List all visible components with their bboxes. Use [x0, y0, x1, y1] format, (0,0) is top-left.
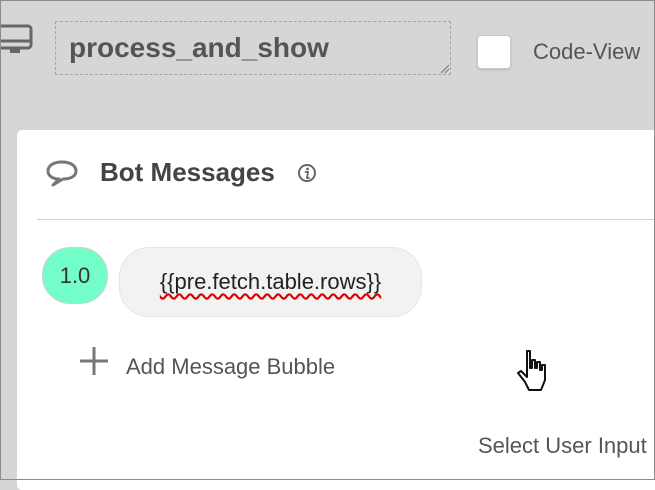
add-message-bubble-button[interactable]: Add Message Bubble	[126, 354, 335, 380]
panel-divider	[37, 219, 655, 220]
node-name-field[interactable]: process_and_show	[55, 21, 451, 75]
resize-handle[interactable]	[440, 64, 450, 74]
message-version-badge[interactable]: 1.0	[42, 247, 108, 304]
panel-title: Bot Messages	[100, 157, 275, 187]
hand-pointer-icon	[516, 348, 548, 394]
message-bubble[interactable]: {{pre.fetch.table.rows}}	[119, 247, 422, 317]
select-user-input-label[interactable]: Select User Input	[478, 433, 647, 459]
message-bubble-text: {{pre.fetch.table.rows}}	[159, 269, 382, 294]
code-view-checkbox[interactable]	[477, 35, 511, 69]
speech-bubble-icon	[45, 158, 79, 188]
info-icon[interactable]	[297, 163, 317, 183]
code-view-label: Code-View	[533, 39, 641, 64]
monitor-icon	[0, 22, 34, 56]
plus-icon[interactable]	[79, 346, 109, 376]
bot-messages-panel: Bot Messages 1.0 {{pre.fetch.table.rows}…	[17, 130, 655, 490]
